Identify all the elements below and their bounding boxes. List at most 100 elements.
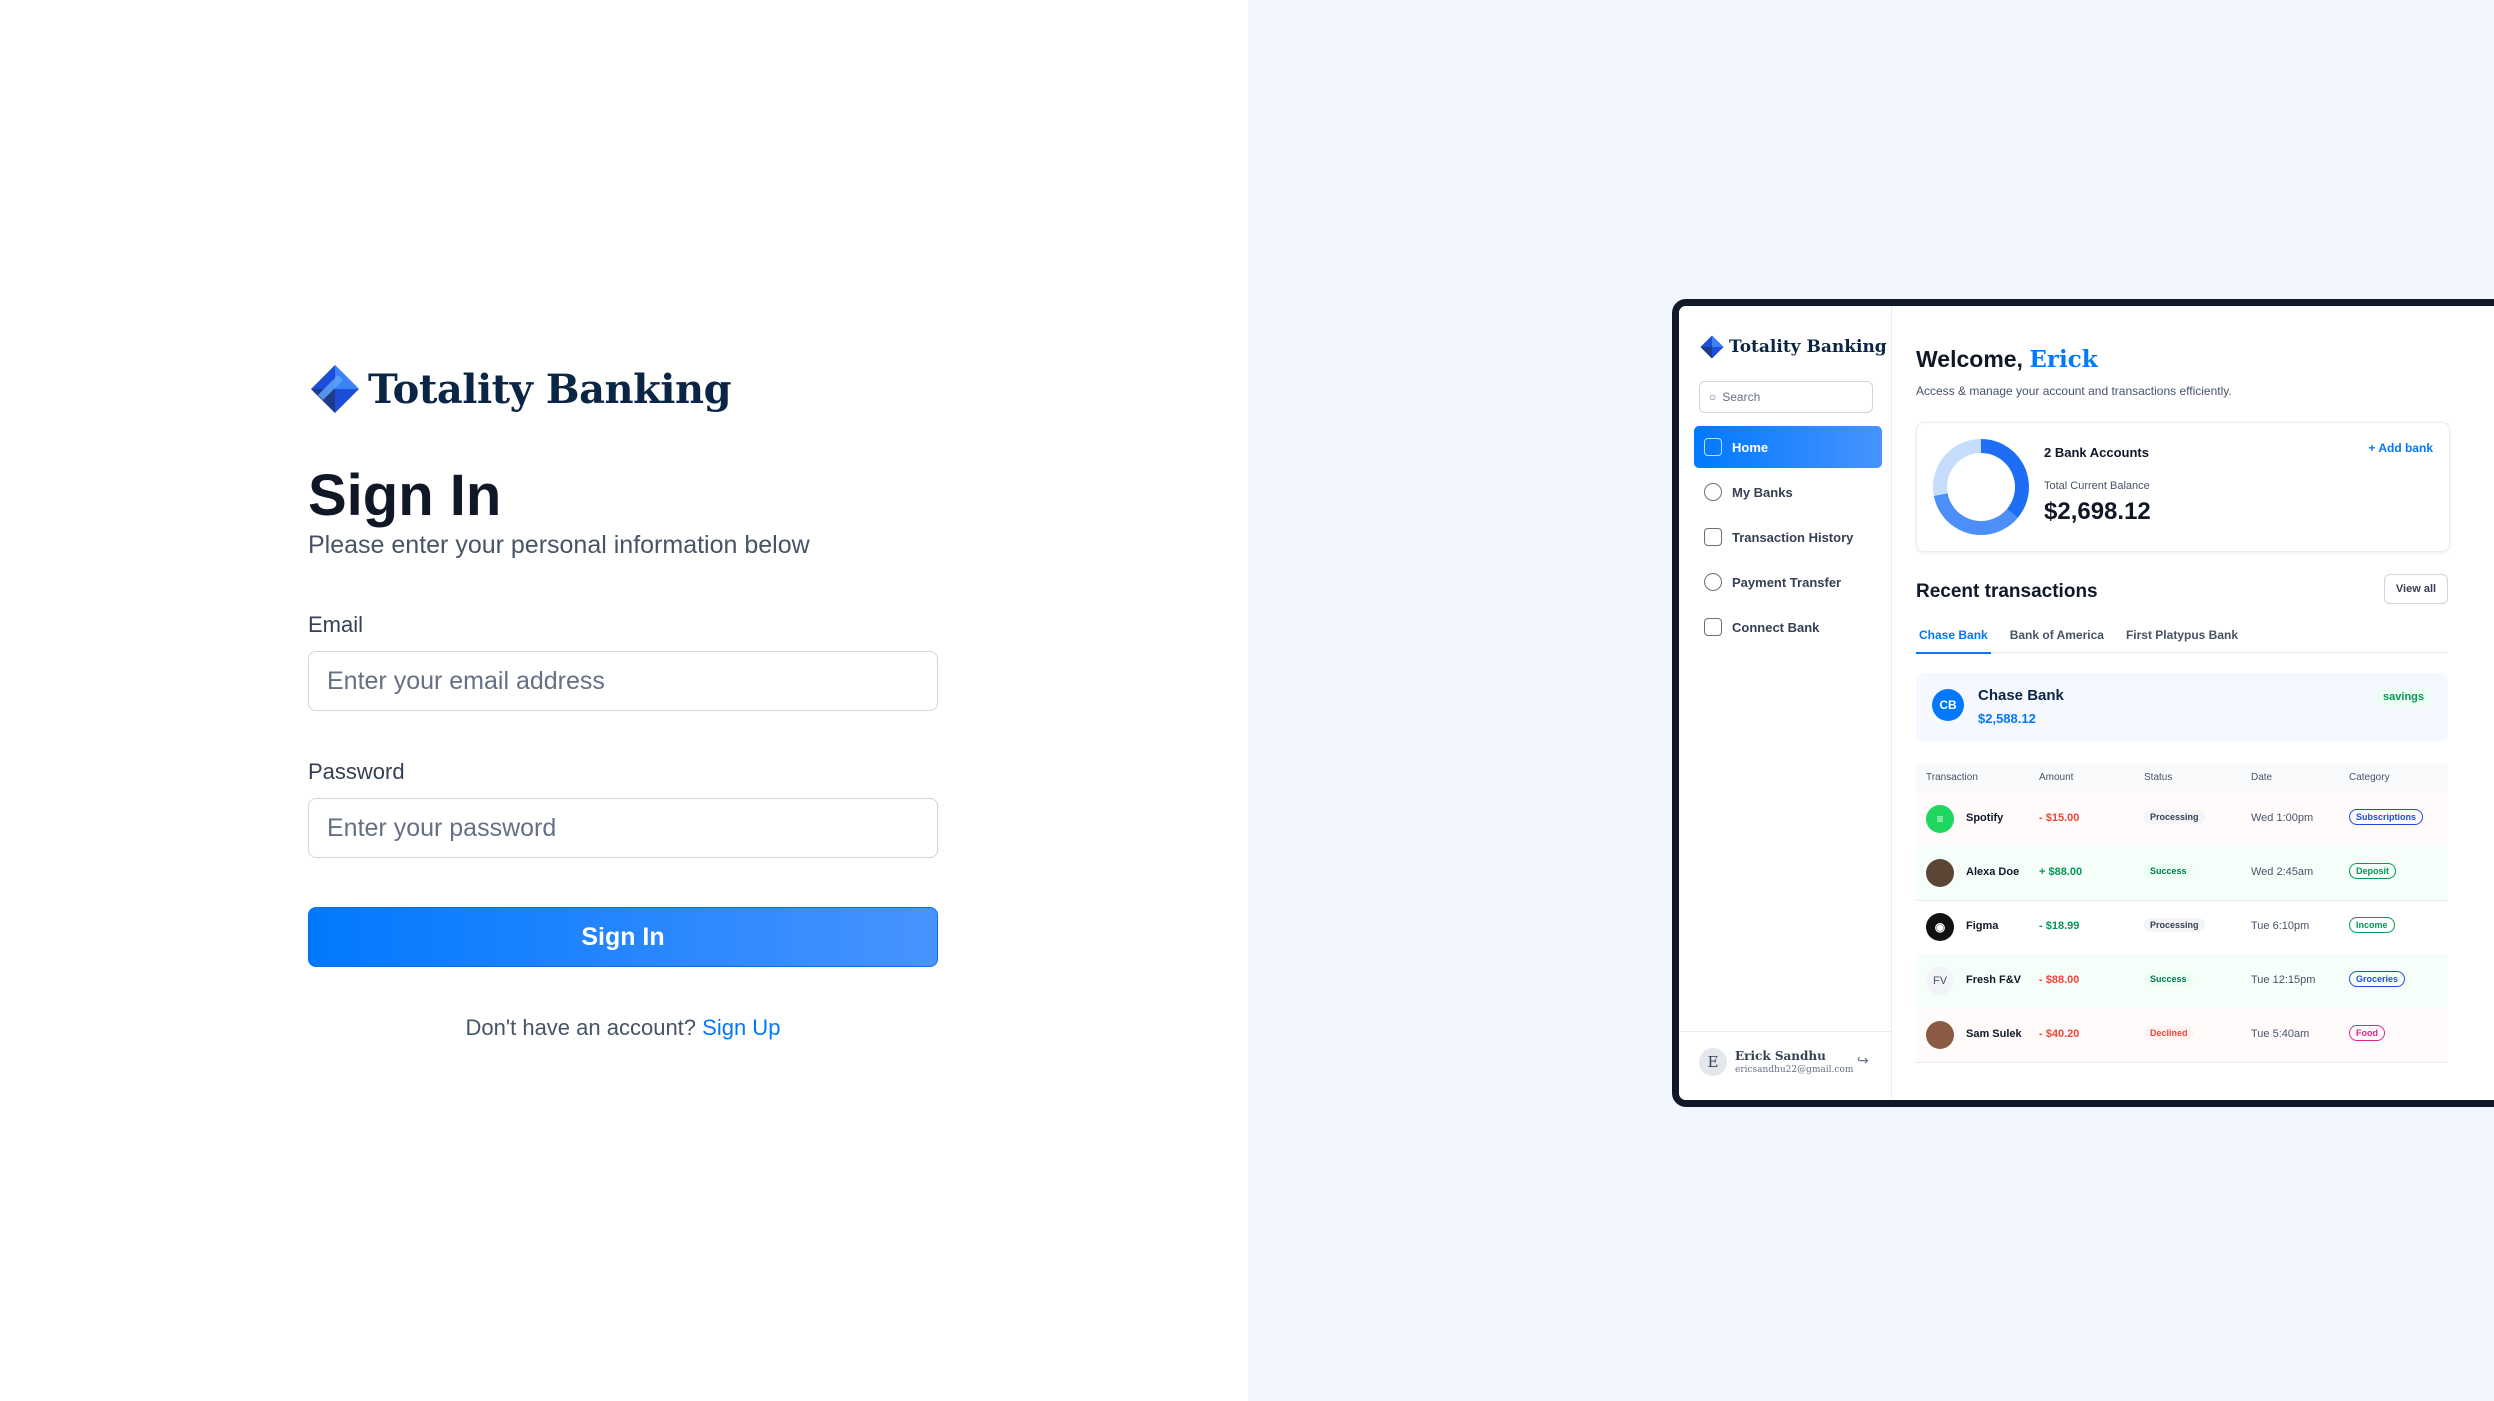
table-row: Alexa Doe + $88.00 Success Wed 2:45am De… bbox=[1916, 846, 2448, 901]
balance-label: Total Current Balance bbox=[2044, 480, 2150, 492]
col-date: Date bbox=[2251, 772, 2273, 783]
balance-amount: $2,698.12 bbox=[2044, 498, 2151, 525]
merchant-initials: FV bbox=[1926, 967, 1954, 995]
balance-donut-chart bbox=[1933, 439, 2029, 535]
sidebar-item-payment-transfer: Payment Transfer bbox=[1694, 561, 1882, 603]
password-label: Password bbox=[308, 759, 405, 784]
figma-icon: ◉ bbox=[1926, 913, 1954, 941]
status-badge: Success bbox=[2144, 864, 2193, 878]
transaction-amount: - $88.00 bbox=[2039, 974, 2080, 986]
welcome-subtitle: Access & manage your account and transac… bbox=[1916, 384, 2232, 398]
sidebar-item-label: Connect Bank bbox=[1732, 619, 1820, 635]
sidebar-item-transaction-history: Transaction History bbox=[1694, 516, 1882, 558]
logout-icon: ↪ bbox=[1857, 1052, 1869, 1068]
transaction-date: Tue 6:10pm bbox=[2251, 920, 2310, 932]
sidebar-user: E Erick Sandhu ericsandhu22@gmail.com ↪ bbox=[1679, 1031, 1891, 1076]
receipt-icon bbox=[1704, 528, 1722, 546]
search-placeholder: Search bbox=[1722, 390, 1761, 404]
email-field[interactable] bbox=[308, 651, 938, 711]
sidebar-item-label: My Banks bbox=[1732, 484, 1793, 500]
transfer-icon bbox=[1704, 573, 1722, 591]
transaction-amount: + $88.00 bbox=[2039, 866, 2083, 878]
sidebar-item-home: Home bbox=[1694, 426, 1882, 468]
avatar bbox=[1926, 859, 1954, 887]
table-row: FV Fresh F&V - $88.00 Success Tue 12:15p… bbox=[1916, 954, 2448, 1009]
tab-bank-of-america: Bank of America bbox=[2009, 628, 2104, 642]
preview-brand-name: Totality Banking bbox=[1729, 337, 1887, 357]
col-category: Category bbox=[2349, 772, 2390, 783]
status-badge: Processing bbox=[2144, 918, 2205, 932]
spotify-icon: ≡ bbox=[1926, 805, 1954, 833]
signin-panel: Totality Banking Sign In Please enter yo… bbox=[0, 0, 1248, 1401]
search-icon: ○ bbox=[1709, 390, 1717, 404]
logo-icon bbox=[311, 365, 359, 413]
status-badge: Declined bbox=[2144, 1026, 2194, 1040]
bank-info-card: CB Chase Bank $2,588.12 savings bbox=[1916, 673, 2448, 741]
transaction-amount: - $40.20 bbox=[2039, 1028, 2080, 1040]
transaction-date: Wed 1:00pm bbox=[2251, 812, 2314, 824]
transaction-date: Wed 2:45am bbox=[2251, 866, 2314, 878]
welcome-prefix: Welcome, bbox=[1916, 346, 2023, 372]
user-email: ericsandhu22@gmail.com bbox=[1735, 1065, 1854, 1075]
signup-prompt: Don't have an account? Sign Up bbox=[308, 1015, 938, 1041]
bank-accounts-count: 2 Bank Accounts bbox=[2044, 445, 2149, 460]
category-badge: Deposit bbox=[2349, 863, 2397, 879]
avatar: E bbox=[1699, 1048, 1727, 1076]
preview-sidebar: Totality Banking ○ Search Home My Banks … bbox=[1679, 306, 1892, 1100]
logo-icon bbox=[1700, 335, 1724, 359]
table-row: Sam Sulek - $40.20 Declined Tue 5:40am F… bbox=[1916, 1008, 2448, 1063]
status-badge: Success bbox=[2144, 972, 2193, 986]
brand-name: Totality Banking bbox=[368, 365, 732, 413]
col-status: Status bbox=[2144, 772, 2173, 783]
bank-name: Chase Bank bbox=[1978, 687, 2064, 704]
category-badge: Food bbox=[2349, 1025, 2385, 1041]
sidebar-item-label: Transaction History bbox=[1732, 529, 1854, 545]
user-name: Erick Sandhu bbox=[1735, 1049, 1826, 1063]
account-type-badge: savings bbox=[2375, 688, 2432, 706]
welcome-heading: Welcome, Erick bbox=[1916, 346, 2098, 373]
preview-main: Welcome, Erick Access & manage your acco… bbox=[1891, 306, 2494, 1100]
transaction-name: Sam Sulek bbox=[1966, 1028, 2022, 1040]
page-subtitle: Please enter your personal information b… bbox=[308, 531, 810, 559]
recent-transactions-title: Recent transactions bbox=[1916, 581, 2098, 602]
home-icon bbox=[1704, 438, 1722, 456]
status-badge: Processing bbox=[2144, 810, 2205, 824]
avatar bbox=[1926, 1021, 1954, 1049]
sidebar-item-my-banks: My Banks bbox=[1694, 471, 1882, 513]
tab-chase-bank: Chase Bank bbox=[1916, 622, 1991, 654]
sidebar-item-label: Payment Transfer bbox=[1732, 574, 1842, 590]
category-badge: Subscriptions bbox=[2349, 809, 2424, 825]
transaction-name: Fresh F&V bbox=[1966, 974, 2022, 986]
brand-logo[interactable]: Totality Banking bbox=[308, 362, 732, 416]
signup-link[interactable]: Sign Up bbox=[702, 1015, 780, 1040]
transaction-date: Tue 5:40am bbox=[2251, 1028, 2310, 1040]
dollar-icon bbox=[1704, 483, 1722, 501]
transaction-name: Alexa Doe bbox=[1966, 866, 2020, 878]
page-title: Sign In bbox=[308, 463, 502, 528]
signin-button[interactable]: Sign In bbox=[308, 907, 938, 967]
table-header: Transaction Amount Status Date Category bbox=[1916, 764, 2448, 793]
bank-avatar: CB bbox=[1932, 689, 1964, 721]
sidebar-item-connect-bank: Connect Bank bbox=[1694, 606, 1882, 648]
bank-amount: $2,588.12 bbox=[1978, 711, 2036, 726]
sidebar-item-label: Home bbox=[1732, 439, 1769, 455]
add-bank-link: + Add bank bbox=[2368, 441, 2433, 455]
transaction-amount: - $15.00 bbox=[2039, 812, 2080, 824]
col-amount: Amount bbox=[2039, 772, 2074, 783]
category-badge: Groceries bbox=[2349, 971, 2406, 987]
preview-search-input: ○ Search bbox=[1699, 381, 1873, 413]
bank-tabs: Chase Bank Bank of America First Platypu… bbox=[1916, 622, 2448, 654]
email-label: Email bbox=[308, 612, 364, 637]
password-field[interactable] bbox=[308, 798, 938, 858]
category-badge: Income bbox=[2349, 917, 2395, 933]
balance-card: 2 Bank Accounts + Add bank Total Current… bbox=[1916, 422, 2450, 552]
tab-first-platypus-bank: First Platypus Bank bbox=[2125, 628, 2238, 642]
preview-panel: Totality Banking ○ Search Home My Banks … bbox=[1248, 0, 2494, 1401]
col-transaction: Transaction bbox=[1926, 772, 1978, 783]
preview-brand-logo: Totality Banking bbox=[1699, 334, 1887, 360]
welcome-name: Erick bbox=[2029, 346, 2098, 373]
transaction-name: Spotify bbox=[1966, 812, 2004, 824]
dashboard-preview: Totality Banking ○ Search Home My Banks … bbox=[1672, 299, 2494, 1107]
transaction-amount: - $18.99 bbox=[2039, 920, 2080, 932]
view-all-button: View all bbox=[2384, 574, 2448, 604]
